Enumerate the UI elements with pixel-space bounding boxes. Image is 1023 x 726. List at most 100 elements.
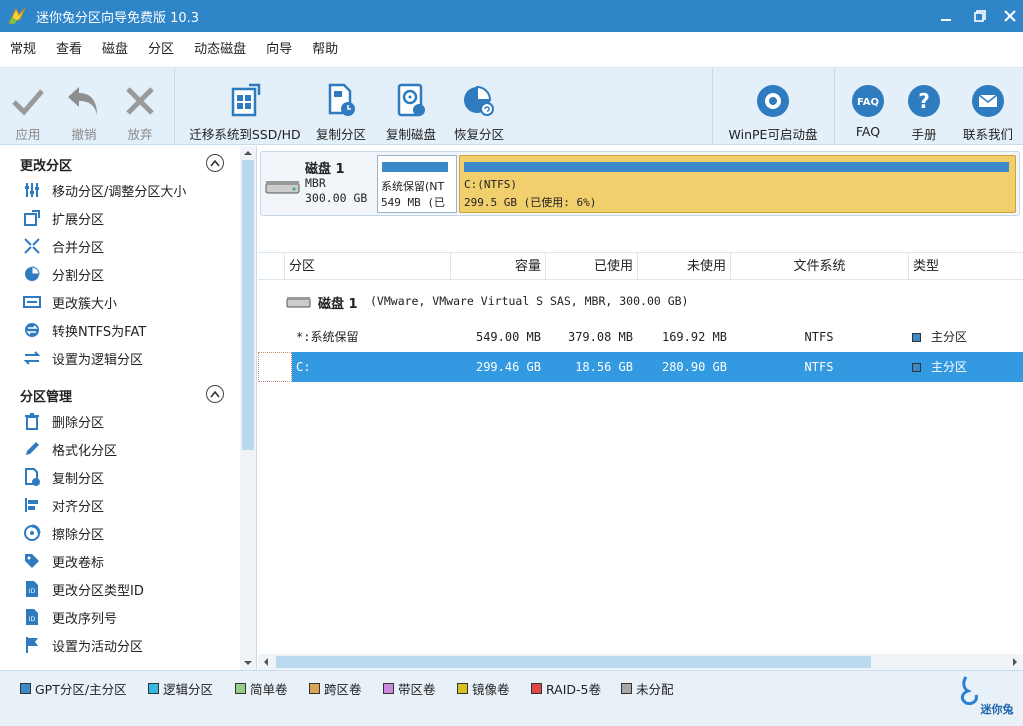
cluster-size-icon — [23, 296, 41, 308]
column-filesystem[interactable]: 文件系统 — [730, 253, 908, 281]
legend-label: 镜像卷 — [472, 682, 510, 697]
menu-dynamic-disk[interactable]: 动态磁盘 — [184, 32, 256, 68]
legend-swatch — [235, 683, 246, 694]
sidebar-item-wipe[interactable]: 擦除分区 — [22, 521, 104, 545]
scroll-down-arrow-icon[interactable] — [240, 657, 256, 669]
copy-partition-icon — [328, 83, 355, 116]
left-panel-scrollbar[interactable] — [240, 146, 256, 670]
collapse-section-button[interactable] — [206, 385, 224, 403]
flag-icon — [26, 637, 38, 653]
menu-general[interactable]: 常规 — [0, 32, 46, 68]
partition-label: C:(NTFS) — [464, 178, 517, 191]
sidebar-item-merge[interactable]: 合并分区 — [22, 234, 104, 258]
winpe-bootable-button[interactable]: WinPE可启动盘 — [726, 68, 820, 145]
partition-block-system-reserved[interactable]: 系统保留(NT 549 MB (已 — [377, 155, 457, 213]
sidebar-item-set-logical[interactable]: 设置为逻辑分区 — [22, 346, 143, 370]
legend-label: 带区卷 — [398, 682, 436, 697]
row-focus-box — [258, 352, 292, 382]
scroll-thumb[interactable] — [242, 160, 254, 450]
legend-item-striped: 带区卷 — [383, 679, 436, 698]
sidebar-item-copy[interactable]: 复制分区 — [22, 465, 104, 489]
sliders-icon — [25, 183, 39, 197]
sidebar-item-delete[interactable]: 删除分区 — [22, 409, 104, 433]
legend-label: 简单卷 — [250, 682, 288, 697]
column-used[interactable]: 已使用 — [545, 253, 637, 281]
scroll-up-arrow-icon[interactable] — [240, 147, 256, 159]
pie-split-icon — [25, 266, 40, 281]
restore-icon — [974, 10, 986, 22]
disk-view: 磁盘 1 MBR 300.00 GB 系统保留(NT 549 MB (已 C:(… — [258, 146, 1023, 670]
partition-size: 299.5 GB (已使用: 6%) — [464, 196, 597, 209]
table-row-selected[interactable]: C: 299.46 GB 18.56 GB 280.90 GB NTFS 主分区 — [258, 352, 1023, 382]
id-doc-icon: ID — [26, 581, 38, 597]
partition-block-c[interactable]: C:(NTFS) 299.5 GB (已使用: 6%) — [459, 155, 1016, 213]
menu-disk[interactable]: 磁盘 — [92, 32, 138, 68]
align-icon — [25, 498, 38, 512]
disk-row-name: 磁盘 1 — [318, 297, 358, 312]
primary-partition-swatch — [912, 333, 921, 342]
copy-partition-button[interactable]: 复制分区 — [312, 68, 370, 145]
sidebar-item-format[interactable]: 格式化分区 — [22, 437, 117, 461]
sidebar-item-extend[interactable]: 扩展分区 — [22, 206, 104, 230]
operations-panel: 更改分区 移动分区/调整分区大小 扩展分区 合并分区 分割分区 更改簇大小 转换… — [0, 146, 257, 670]
sidebar-item-change-type-id[interactable]: ID 更改分区类型ID — [22, 577, 144, 601]
menu-help[interactable]: 帮助 — [302, 32, 348, 68]
sidebar-item-change-label[interactable]: 更改卷标 — [22, 549, 104, 573]
svg-text:ID: ID — [29, 588, 36, 595]
table-row[interactable]: *:系统保留 549.00 MB 379.08 MB 169.92 MB NTF… — [258, 322, 1023, 352]
cell-unused: 169.92 MB — [661, 330, 727, 344]
restore-button[interactable] — [963, 0, 997, 32]
disk-info: 磁盘 1 MBR 300.00 GB — [265, 156, 375, 212]
column-partition[interactable]: 分区 — [284, 253, 450, 281]
cell-name: *:系统保留 — [296, 330, 359, 344]
disk-map[interactable]: 磁盘 1 MBR 300.00 GB 系统保留(NT 549 MB (已 C:(… — [260, 151, 1020, 216]
legend-swatch — [621, 683, 632, 694]
scroll-thumb[interactable] — [276, 656, 871, 668]
apply-button[interactable]: 应用 — [6, 68, 50, 145]
scroll-left-arrow-icon[interactable] — [260, 654, 272, 670]
migrate-os-button[interactable]: 迁移系统到SSD/HD — [188, 68, 302, 145]
app-logo-icon — [7, 7, 26, 26]
cell-filesystem: NTFS — [804, 330, 834, 344]
discard-button[interactable]: 放弃 — [118, 68, 162, 145]
sidebar-item-change-serial[interactable]: ID 更改序列号 — [22, 605, 117, 629]
menu-wizard[interactable]: 向导 — [256, 32, 302, 68]
minimize-button[interactable] — [929, 0, 963, 32]
usage-bar — [464, 162, 1009, 172]
horizontal-scrollbar[interactable] — [258, 654, 1023, 670]
sidebar-item-set-active[interactable]: 设置为活动分区 — [22, 633, 143, 657]
scroll-right-arrow-icon[interactable] — [1009, 654, 1021, 670]
contact-us-button[interactable]: 联系我们 — [958, 68, 1018, 145]
menu-partition[interactable]: 分区 — [138, 32, 184, 68]
copy-icon — [25, 468, 40, 486]
undo-icon — [68, 87, 97, 115]
copy-disk-button[interactable]: 复制磁盘 — [382, 68, 440, 145]
collapse-section-button[interactable] — [206, 154, 224, 172]
wipe-disc-icon — [24, 524, 41, 541]
legend-item-spanned: 跨区卷 — [309, 679, 362, 698]
manual-button[interactable]: ? 手册 — [904, 68, 944, 145]
recover-partition-button[interactable]: 恢复分区 — [450, 68, 508, 145]
close-button[interactable] — [993, 0, 1023, 32]
faq-button[interactable]: FAQ FAQ — [848, 68, 888, 145]
window-title: 迷你兔分区向导免费版 10.3 — [36, 10, 200, 26]
svg-text:?: ? — [918, 89, 930, 113]
title-bar: 迷你兔分区向导免费版 10.3 — [0, 0, 1023, 32]
cell-filesystem: NTFS — [804, 360, 834, 374]
column-type[interactable]: 类型 — [908, 253, 1023, 281]
column-unused[interactable]: 未使用 — [637, 253, 730, 281]
column-capacity[interactable]: 容量 — [450, 253, 545, 281]
sidebar-item-convert-ntfs-fat[interactable]: 转换NTFS为FAT — [22, 318, 146, 342]
disk-row[interactable]: 磁盘 1 (VMware, VMware Virtual S SAS, MBR,… — [258, 286, 1023, 316]
sidebar-item-align[interactable]: 对齐分区 — [22, 493, 104, 517]
sidebar-item-cluster-size[interactable]: 更改簇大小 — [22, 290, 117, 314]
legend-item-raid5: RAID-5卷 — [531, 679, 601, 698]
legend-label: 跨区卷 — [324, 682, 362, 697]
recover-partition-icon — [464, 85, 494, 116]
legend-swatch — [20, 683, 31, 694]
extend-icon — [24, 210, 40, 226]
sidebar-item-split[interactable]: 分割分区 — [22, 262, 104, 286]
sidebar-item-move-resize[interactable]: 移动分区/调整分区大小 — [22, 178, 186, 202]
undo-button[interactable]: 撤销 — [60, 68, 108, 145]
menu-view[interactable]: 查看 — [46, 32, 92, 68]
